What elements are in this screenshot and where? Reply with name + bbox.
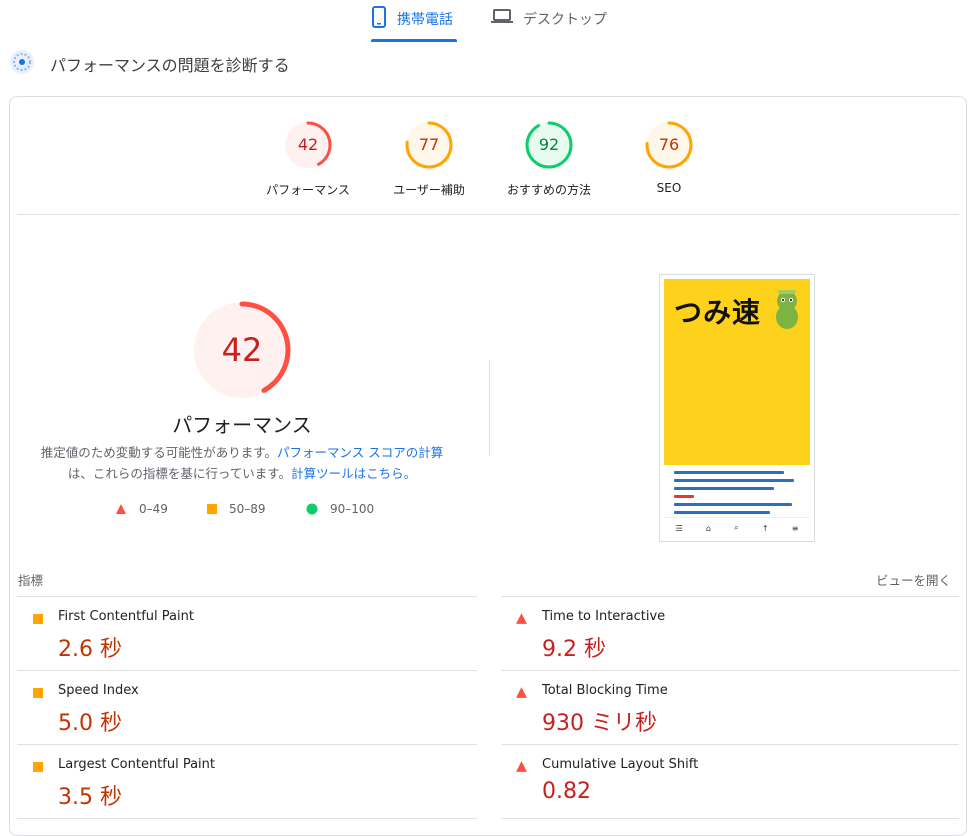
metric-tbt: Total Blocking Time 930 ミリ秒 <box>501 671 961 745</box>
gauge-best-practices[interactable]: 92 おすすめの方法 <box>499 120 599 198</box>
orange-square-icon <box>33 614 43 624</box>
gauge-accessibility-label: ユーザー補助 <box>393 183 465 197</box>
legend-pass-label: 90–100 <box>330 502 375 516</box>
gauge-best-practices-label: おすすめの方法 <box>506 183 591 197</box>
main-performance-gauge: 42 <box>192 300 292 400</box>
screenshot-header: つみ速 <box>664 279 810 465</box>
mascot-icon <box>776 290 798 329</box>
main-score-title: パフォーマンス <box>172 413 312 437</box>
red-triangle-icon <box>516 613 527 624</box>
description-text-1: 推定値のため変動する可能性があります。 <box>40 445 278 460</box>
diagnose-title: パフォーマンスの問題を診断する <box>50 56 290 75</box>
legend-fail: 0–49 <box>115 502 168 516</box>
description-text-2: は、これらの指標を基に行っています。 <box>67 466 292 481</box>
metric-speed-index: Speed Index 5.0 秒 <box>17 671 477 745</box>
metric-tti: Time to Interactive 9.2 秒 <box>501 597 961 671</box>
red-triangle-icon <box>116 504 126 514</box>
main-score-value: 42 <box>221 331 263 369</box>
gauge-performance-label: パフォーマンス <box>266 183 350 197</box>
search-icon: ⌕ <box>734 523 739 532</box>
list-icon: ≡ <box>791 523 799 533</box>
gauge-best-practices-value: 92 <box>538 135 560 154</box>
site-logo: つみ速 <box>674 296 762 329</box>
metric-name: Largest Contentful Paint <box>58 757 216 772</box>
tab-desktop-label: デスクトップ <box>523 12 607 28</box>
arrow-up-icon: ↑ <box>761 523 769 533</box>
metric-name: Speed Index <box>58 683 139 698</box>
green-circle-icon <box>306 503 318 515</box>
orange-square-icon <box>33 688 43 698</box>
orange-square-icon <box>207 504 217 514</box>
metric-lcp: Largest Contentful Paint 3.5 秒 <box>17 745 477 819</box>
metric-cls: Cumulative Layout Shift 0.82 <box>501 745 961 819</box>
menu-icon: ☰ <box>675 523 683 533</box>
gauge-seo-label: SEO <box>656 181 682 195</box>
red-triangle-icon <box>516 761 527 772</box>
page-screenshot: つみ速 ☰ ⌂ ⌕ ↑ ≡ <box>659 274 815 542</box>
gauge-performance-value: 42 <box>297 135 319 154</box>
tab-desktop[interactable]: デスクトップ <box>491 6 611 44</box>
metric-value: 9.2 秒 <box>542 637 606 662</box>
summary-divider <box>17 214 959 215</box>
metric-name: Total Blocking Time <box>542 683 668 698</box>
phone-icon <box>371 6 387 32</box>
gauge-seo-value: 76 <box>658 135 680 154</box>
legend-pass: 90–100 <box>306 502 374 516</box>
legend-average-label: 50–89 <box>229 502 266 516</box>
metric-name: Time to Interactive <box>542 609 666 624</box>
orange-square-icon <box>33 762 43 772</box>
gauge-performance[interactable]: 42 パフォーマンス <box>258 120 358 198</box>
device-tabs: 携帯電話 デスクトップ <box>0 0 976 44</box>
legend-average: 50–89 <box>207 502 266 516</box>
legend-fail-label: 0–49 <box>139 502 168 516</box>
gauge-accessibility[interactable]: 77 ユーザー補助 <box>379 120 479 198</box>
metric-value: 5.0 秒 <box>58 711 122 736</box>
metric-fcp: First Contentful Paint 2.6 秒 <box>17 597 477 671</box>
tab-active-indicator <box>371 39 457 42</box>
tab-mobile[interactable]: 携帯電話 <box>371 6 457 44</box>
perf-score-calc-link[interactable]: パフォーマンス スコアの計算 <box>277 445 443 460</box>
expand-view-toggle[interactable]: ビューを開く <box>876 570 951 589</box>
diagnose-header: パフォーマンスの問題を診断する <box>8 50 290 78</box>
screenshot-bottom-nav: ☰ ⌂ ⌕ ↑ ≡ <box>664 517 810 538</box>
gauge-seo[interactable]: 76 SEO <box>619 120 719 195</box>
metric-value: 930 ミリ秒 <box>542 711 657 736</box>
metric-value: 2.6 秒 <box>58 637 122 662</box>
lighthouse-icon <box>8 48 36 80</box>
metric-value: 3.5 秒 <box>58 785 122 810</box>
metric-value: 0.82 <box>542 779 591 804</box>
red-triangle-icon <box>516 687 527 698</box>
calculator-link[interactable]: 計算ツールはこちら。 <box>291 466 416 481</box>
metric-name: First Contentful Paint <box>58 609 194 624</box>
score-description: 推定値のため変動する可能性があります。パフォーマンス スコアの計算 は、これらの… <box>40 442 444 484</box>
laptop-icon <box>491 6 513 30</box>
metric-name: Cumulative Layout Shift <box>542 757 699 772</box>
metrics-label: 指標 <box>18 573 44 588</box>
vertical-divider <box>489 360 490 456</box>
home-icon: ⌂ <box>705 523 711 533</box>
tab-mobile-label: 携帯電話 <box>397 12 453 28</box>
gauge-accessibility-value: 77 <box>418 135 440 154</box>
